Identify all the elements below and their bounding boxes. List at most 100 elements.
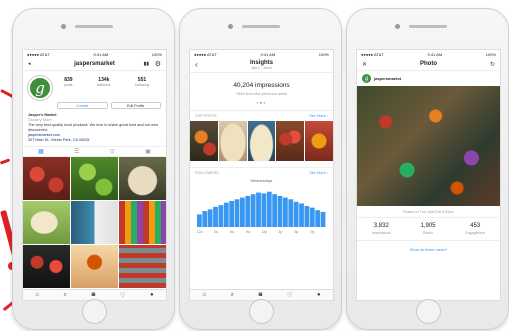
person-icon[interactable]: ● <box>150 292 154 298</box>
top-posts-label: TOP POSTS <box>195 114 217 118</box>
chart-bar <box>256 192 261 227</box>
top-post-thumbnail[interactable] <box>276 121 305 161</box>
grid-view-icon[interactable]: ▦ <box>38 148 44 155</box>
profile-bio: Jasper's Market Grocery Store The very b… <box>23 109 166 145</box>
grid-photo[interactable] <box>71 201 118 244</box>
location-pin-icon[interactable]: ⊙ <box>110 148 115 155</box>
insights-date-range: Jun 1 - Jun 8 <box>251 66 272 70</box>
grid-photo[interactable] <box>23 245 70 288</box>
followers-see-more-link[interactable]: See More › <box>309 171 328 175</box>
chart-bar <box>240 197 245 227</box>
camera-icon[interactable]: ◙ <box>92 292 96 298</box>
contact-button[interactable]: Contact <box>57 102 108 109</box>
refresh-icon[interactable]: ↻ <box>490 61 495 68</box>
metric-value: 453 <box>470 223 481 229</box>
close-x-icon[interactable]: ✕ <box>362 61 367 68</box>
chart-bar <box>218 205 224 227</box>
back-icon[interactable]: ◂ <box>28 61 31 67</box>
grid-photo[interactable] <box>119 157 166 200</box>
chart-x-tick-label: 12p <box>261 230 267 234</box>
stat-label: posts <box>64 83 73 87</box>
profile-stats: 839 posts 134k followers 551 following <box>52 76 161 100</box>
chart-bar <box>304 206 310 227</box>
top-posts-see-more-link[interactable]: See More › <box>309 114 328 118</box>
grid-photo[interactable] <box>119 245 166 288</box>
battery-text: 100% <box>151 51 162 57</box>
posted-date: Posted on Tue, April 5 at 8:52pm <box>403 210 454 214</box>
top-post-thumbnail[interactable] <box>218 121 247 161</box>
heart-icon[interactable]: ♡ <box>120 292 125 299</box>
clock-text: 9:41 AM <box>427 51 443 57</box>
impressions-summary: 40,204 impressions +845 from the previou… <box>190 73 333 100</box>
home-button[interactable] <box>82 299 107 324</box>
metric-impressions: 3,832 Impressions <box>372 223 391 235</box>
status-bar: ●●●●● AT&T 9:41 AM 100% <box>190 50 333 58</box>
grid-photo[interactable] <box>71 157 118 200</box>
grid-photo[interactable] <box>23 157 70 200</box>
chart-bar <box>309 207 315 227</box>
chart-bar <box>261 193 267 227</box>
chart-bar <box>234 199 240 227</box>
metric-value: 1,905 <box>420 223 436 229</box>
chart-bar <box>207 209 213 227</box>
metric-reach: 1,905 Reach <box>421 223 436 235</box>
photo-account-row[interactable]: g jaspersmarket <box>357 71 500 86</box>
profile-header: g 839 posts 134k followers 551 following <box>23 71 166 102</box>
stat-followers[interactable]: 134k followers <box>97 77 111 100</box>
grid-photo[interactable] <box>71 245 118 288</box>
carrier-text: ●●●●● AT&T <box>27 51 50 57</box>
photo-metrics: 3,832 Impressions 1,905 Reach 453 Engage… <box>357 217 500 241</box>
chart-x-tick-label: 3p <box>278 230 282 234</box>
impressions-value: 40,204 impressions <box>233 82 290 89</box>
camera-icon[interactable]: ◙ <box>259 292 263 298</box>
edit-profile-button[interactable]: Edit Profile <box>110 102 161 109</box>
settings-gear-icon[interactable]: ⚙ <box>155 60 161 68</box>
bar-chart-icon[interactable]: ▮▮ <box>143 61 149 67</box>
stat-label: followers <box>96 83 111 87</box>
carrier-text: ●●●●● AT&T <box>361 51 384 57</box>
home-button[interactable] <box>416 299 441 324</box>
search-icon[interactable]: ⌕ <box>64 292 67 299</box>
chart-x-tick-label: 9p <box>311 230 315 234</box>
top-post-thumbnail[interactable] <box>190 121 218 161</box>
stat-following[interactable]: 551 following <box>135 77 149 100</box>
stat-posts[interactable]: 839 posts <box>64 77 72 100</box>
home-button[interactable] <box>249 299 274 324</box>
home-icon[interactable]: ⌂ <box>202 292 206 298</box>
tagged-photos-icon[interactable]: ▣ <box>145 148 151 155</box>
profile-username: jaspersmarket <box>74 61 115 67</box>
chart-bar <box>288 199 294 227</box>
stat-label: following <box>135 83 149 87</box>
profile-screen: ●●●●● AT&T 9:41 AM 100% ◂ jaspersmarket … <box>22 49 167 301</box>
metric-label: Impressions <box>371 231 391 235</box>
list-view-icon[interactable]: ☰ <box>74 148 79 155</box>
chart-bar <box>245 195 251 227</box>
home-icon[interactable]: ⌂ <box>35 292 39 298</box>
photo-grid <box>23 157 166 288</box>
camera-dot <box>61 24 66 29</box>
insights-screen: ●●●●● AT&T 9:41 AM 100% ‹ Insights Jun 1… <box>189 49 334 301</box>
back-chevron-icon[interactable]: ‹ <box>195 60 198 69</box>
chart-bar <box>202 211 208 227</box>
top-post-thumbnail[interactable] <box>305 121 333 161</box>
top-posts-strip <box>190 121 333 161</box>
chart-bar <box>197 214 202 227</box>
chart-x-tick-label: 12a <box>197 230 203 234</box>
person-icon[interactable]: ● <box>317 292 321 298</box>
account-username: jaspersmarket <box>374 76 402 81</box>
top-posts-header: TOP POSTS See More › <box>190 110 333 121</box>
grid-photo[interactable] <box>23 201 70 244</box>
market-produce-photo[interactable] <box>357 86 500 206</box>
battery-text: 100% <box>318 51 329 57</box>
heart-icon[interactable]: ♡ <box>287 292 292 299</box>
search-icon[interactable]: ⌕ <box>231 292 234 299</box>
chart-bar <box>266 191 272 227</box>
grid-photo[interactable] <box>119 201 166 244</box>
chart-bar <box>272 194 278 227</box>
profile-avatar[interactable]: g <box>28 76 52 100</box>
red-annotation-stroke <box>0 158 11 165</box>
top-post-thumbnail[interactable] <box>247 121 276 161</box>
bio-address-link[interactable]: 307 Main St., Menlo Park, CA 94025 <box>28 138 161 143</box>
what-do-these-mean-link[interactable]: What do these mean? <box>357 241 500 259</box>
phone-photo: ●●●●● AT&T 9:41 AM 100% ✕ Photo ↻ g jasp… <box>346 8 509 330</box>
